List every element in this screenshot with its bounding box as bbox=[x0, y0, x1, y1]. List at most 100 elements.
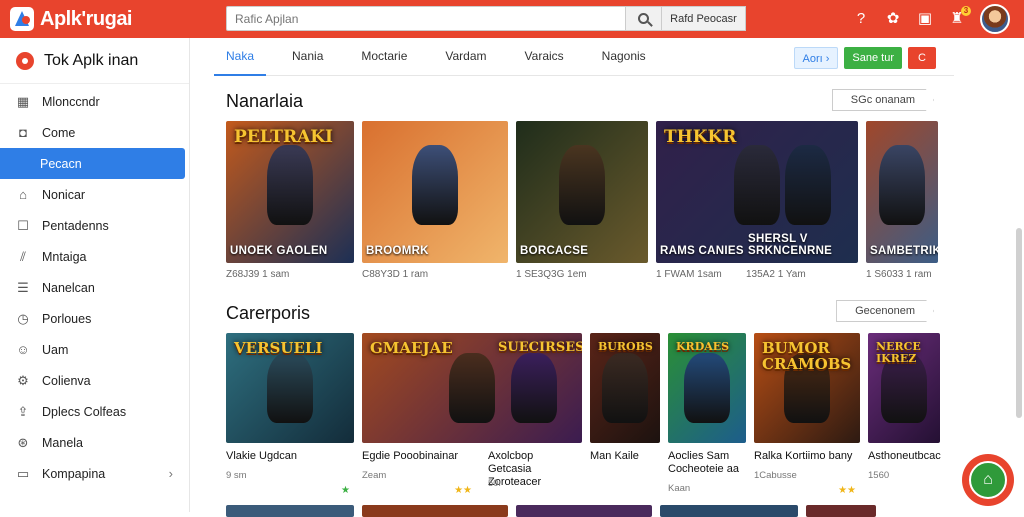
character-art bbox=[879, 145, 925, 225]
tab-actions: Aorı › Sane tur C bbox=[793, 47, 936, 69]
card-thumbnail[interactable]: VERSUELI bbox=[226, 333, 354, 443]
card-thumbnail[interactable]: BUROBS bbox=[590, 333, 660, 443]
card-thumbnail[interactable]: NERCE IKREZ bbox=[868, 333, 940, 443]
card-row-1: PELTRAKI UNOEK GAOLEN Z68J39 1 sam BROOMRK C… bbox=[226, 121, 938, 280]
character-art bbox=[734, 145, 780, 225]
tab-item[interactable]: Naka bbox=[214, 40, 267, 76]
settings-icon[interactable]: ✿ bbox=[884, 10, 902, 28]
thumbnail-title: BORCACSE bbox=[520, 245, 589, 257]
card-thumbnail[interactable] bbox=[226, 505, 354, 517]
character-art bbox=[510, 353, 557, 423]
close-button[interactable]: C bbox=[908, 47, 936, 69]
search-input[interactable] bbox=[226, 6, 626, 31]
sidebar: Tok Aplk inan ▦ Mlonccndr ◘ Come Pecacn ⌂ Noni… bbox=[0, 38, 190, 512]
tab-bar: Naka Nania Moctarie Vardam Varaics Nagonis Ao… bbox=[214, 40, 954, 76]
grid-icon: ▦ bbox=[16, 93, 30, 109]
card-thumbnail[interactable]: BORCACSE bbox=[516, 121, 648, 263]
card-title: Ralka Kortiimo bany bbox=[754, 450, 853, 462]
tab-item[interactable]: Nagonis bbox=[590, 40, 658, 76]
game-card[interactable]: KRDAES Aoclies Sam Cocheoteie aa Kaan bbox=[668, 333, 746, 494]
sidebar-item[interactable]: ▦ Mlonccndr bbox=[0, 86, 189, 117]
user-avatar[interactable] bbox=[980, 4, 1010, 34]
card-subtitle: 1560 bbox=[868, 470, 890, 481]
card-thumbnail[interactable] bbox=[362, 505, 508, 517]
game-card[interactable]: SAMBETRIKIA 1 S6033 1 ram bbox=[866, 121, 938, 280]
section-title-2: Carerporis bbox=[226, 303, 311, 323]
sidebar-item[interactable]: ☰ Nanelcan bbox=[0, 272, 189, 303]
app-logo-icon bbox=[10, 7, 34, 31]
game-logo: PELTRAKI bbox=[234, 127, 334, 147]
see-all-button-1[interactable]: SGc onanam bbox=[831, 89, 934, 111]
card-title: Asthoneutbcac bbox=[868, 450, 941, 462]
settings-icon-glyph: ✿ bbox=[886, 10, 900, 27]
rating-stars: ★★ bbox=[838, 485, 856, 496]
game-card[interactable]: NERCE IKREZ Asthoneutbcac 1560 bbox=[868, 333, 941, 494]
sidebar-item-label: Colienva bbox=[42, 373, 91, 388]
sidebar-header[interactable]: Tok Aplk inan bbox=[0, 38, 189, 84]
top-icons: ? ✿ ▣ ♜ 3 bbox=[852, 4, 1010, 34]
wallet-icon[interactable]: ▣ bbox=[916, 10, 934, 28]
card-thumbnail[interactable]: BROOMRK bbox=[362, 121, 508, 263]
card-thumbnail[interactable]: SAMBETRIKIA bbox=[866, 121, 938, 263]
tab-item[interactable]: Varaics bbox=[513, 40, 576, 76]
game-card[interactable]: BROOMRK C88Y3D 1 ram bbox=[362, 121, 508, 280]
help-icon[interactable]: ? bbox=[852, 10, 870, 28]
tab-item[interactable]: Vardam bbox=[433, 40, 498, 76]
tab-item[interactable]: Moctarie bbox=[349, 40, 419, 76]
notification-badge: 3 bbox=[961, 6, 971, 16]
card-meta: 135A2 1 Yam bbox=[746, 269, 806, 280]
sidebar-item[interactable]: ◘ Come bbox=[0, 117, 189, 148]
card-meta: Z68J39 1 sam bbox=[226, 269, 290, 280]
sidebar-item[interactable]: ⊛ Manela bbox=[0, 427, 189, 458]
sidebar-item[interactable]: ◷ Porloues bbox=[0, 303, 189, 334]
game-card[interactable]: THKKR RAMS CANIES SHERSL V SRKNCENRNE 1 FWA… bbox=[656, 121, 858, 280]
sidebar-item[interactable]: ☺ Uam bbox=[0, 334, 189, 365]
card-subtitle: 1Cabusse bbox=[754, 470, 797, 481]
store-icon: ⌂ bbox=[969, 461, 1007, 499]
card-thumbnail[interactable]: BUMOR CRAMOBS bbox=[754, 333, 860, 443]
card-row-3-partial bbox=[226, 505, 876, 517]
sidebar-item[interactable]: ⌂ Nonicar bbox=[0, 179, 189, 210]
notifications-icon[interactable]: ♜ 3 bbox=[948, 6, 971, 28]
sidebar-item-label: Dplecs Colfeas bbox=[42, 404, 127, 419]
card-thumbnail[interactable] bbox=[516, 505, 652, 517]
game-card[interactable]: PELTRAKI UNOEK GAOLEN Z68J39 1 sam bbox=[226, 121, 354, 280]
wallet-icon-glyph: ▣ bbox=[917, 10, 933, 27]
sidebar-item[interactable]: ⫽ Mntaiga bbox=[0, 241, 189, 272]
game-card[interactable]: BORCACSE 1 SE3Q3G 1em bbox=[516, 121, 648, 280]
game-card[interactable]: BUROBS Man Kaile bbox=[590, 333, 660, 494]
rating-stars: ★★ bbox=[454, 485, 472, 496]
see-all-button-2[interactable]: Gecenonem bbox=[836, 300, 934, 322]
card-thumbnail[interactable]: PELTRAKI UNOEK GAOLEN bbox=[226, 121, 354, 263]
game-card[interactable]: BUMOR CRAMOBS Ralka Kortiimo bany 1Cabusse… bbox=[754, 333, 860, 496]
sidebar-list: ▦ Mlonccndr ◘ Come Pecacn ⌂ Nonicar ☐ Pentadenns… bbox=[0, 84, 189, 489]
card-thumbnail[interactable]: GMAEJAE SUECIRSES bbox=[362, 333, 582, 443]
search-button[interactable] bbox=[626, 6, 662, 31]
card-meta: 1 SE3Q3G 1em bbox=[516, 269, 587, 280]
game-card[interactable]: VERSUELI Vlakie Ugdcan 9 sm ★ bbox=[226, 333, 354, 496]
sidebar-item[interactable]: ⇪ Dplecs Colfeas bbox=[0, 396, 189, 427]
sidebar-item[interactable]: Pecacn bbox=[0, 148, 185, 179]
store-fab-button[interactable]: ⌂ bbox=[962, 454, 1014, 506]
sidebar-item[interactable]: ⚙ Colienva bbox=[0, 365, 189, 396]
game-logo: VERSUELI bbox=[234, 339, 323, 357]
card-thumbnail[interactable] bbox=[806, 505, 876, 517]
globe-icon: ⊛ bbox=[17, 434, 29, 450]
new-button[interactable]: Sane tur bbox=[844, 47, 902, 69]
chart-icon: ⫽ bbox=[20, 248, 26, 264]
sidebar-item[interactable]: ☐ Pentadenns bbox=[0, 210, 189, 241]
tab-item[interactable]: Nania bbox=[280, 40, 335, 76]
sidebar-item-label: Mntaiga bbox=[42, 249, 87, 264]
sidebar-item-label: Pentadenns bbox=[42, 218, 109, 233]
card-row-2: VERSUELI Vlakie Ugdcan 9 sm ★ GMAEJAE SUECIRS… bbox=[226, 333, 941, 496]
advanced-search-button[interactable]: Rafd Peocasr bbox=[662, 6, 746, 31]
app-logo[interactable]: Aplk'rugai bbox=[10, 7, 210, 31]
card-thumbnail[interactable]: THKKR RAMS CANIES SHERSL V SRKNCENRNE bbox=[656, 121, 858, 263]
character-art bbox=[602, 353, 648, 423]
card-thumbnail[interactable]: KRDAES bbox=[668, 333, 746, 443]
scrollbar[interactable] bbox=[1016, 228, 1022, 418]
sidebar-item[interactable]: ▭ Kompapina › bbox=[0, 458, 189, 489]
sort-button[interactable]: Aorı › bbox=[793, 47, 839, 69]
card-thumbnail[interactable] bbox=[660, 505, 798, 517]
game-card[interactable]: GMAEJAE SUECIRSES Egdie Pooobinainar Axolcb… bbox=[362, 333, 582, 496]
